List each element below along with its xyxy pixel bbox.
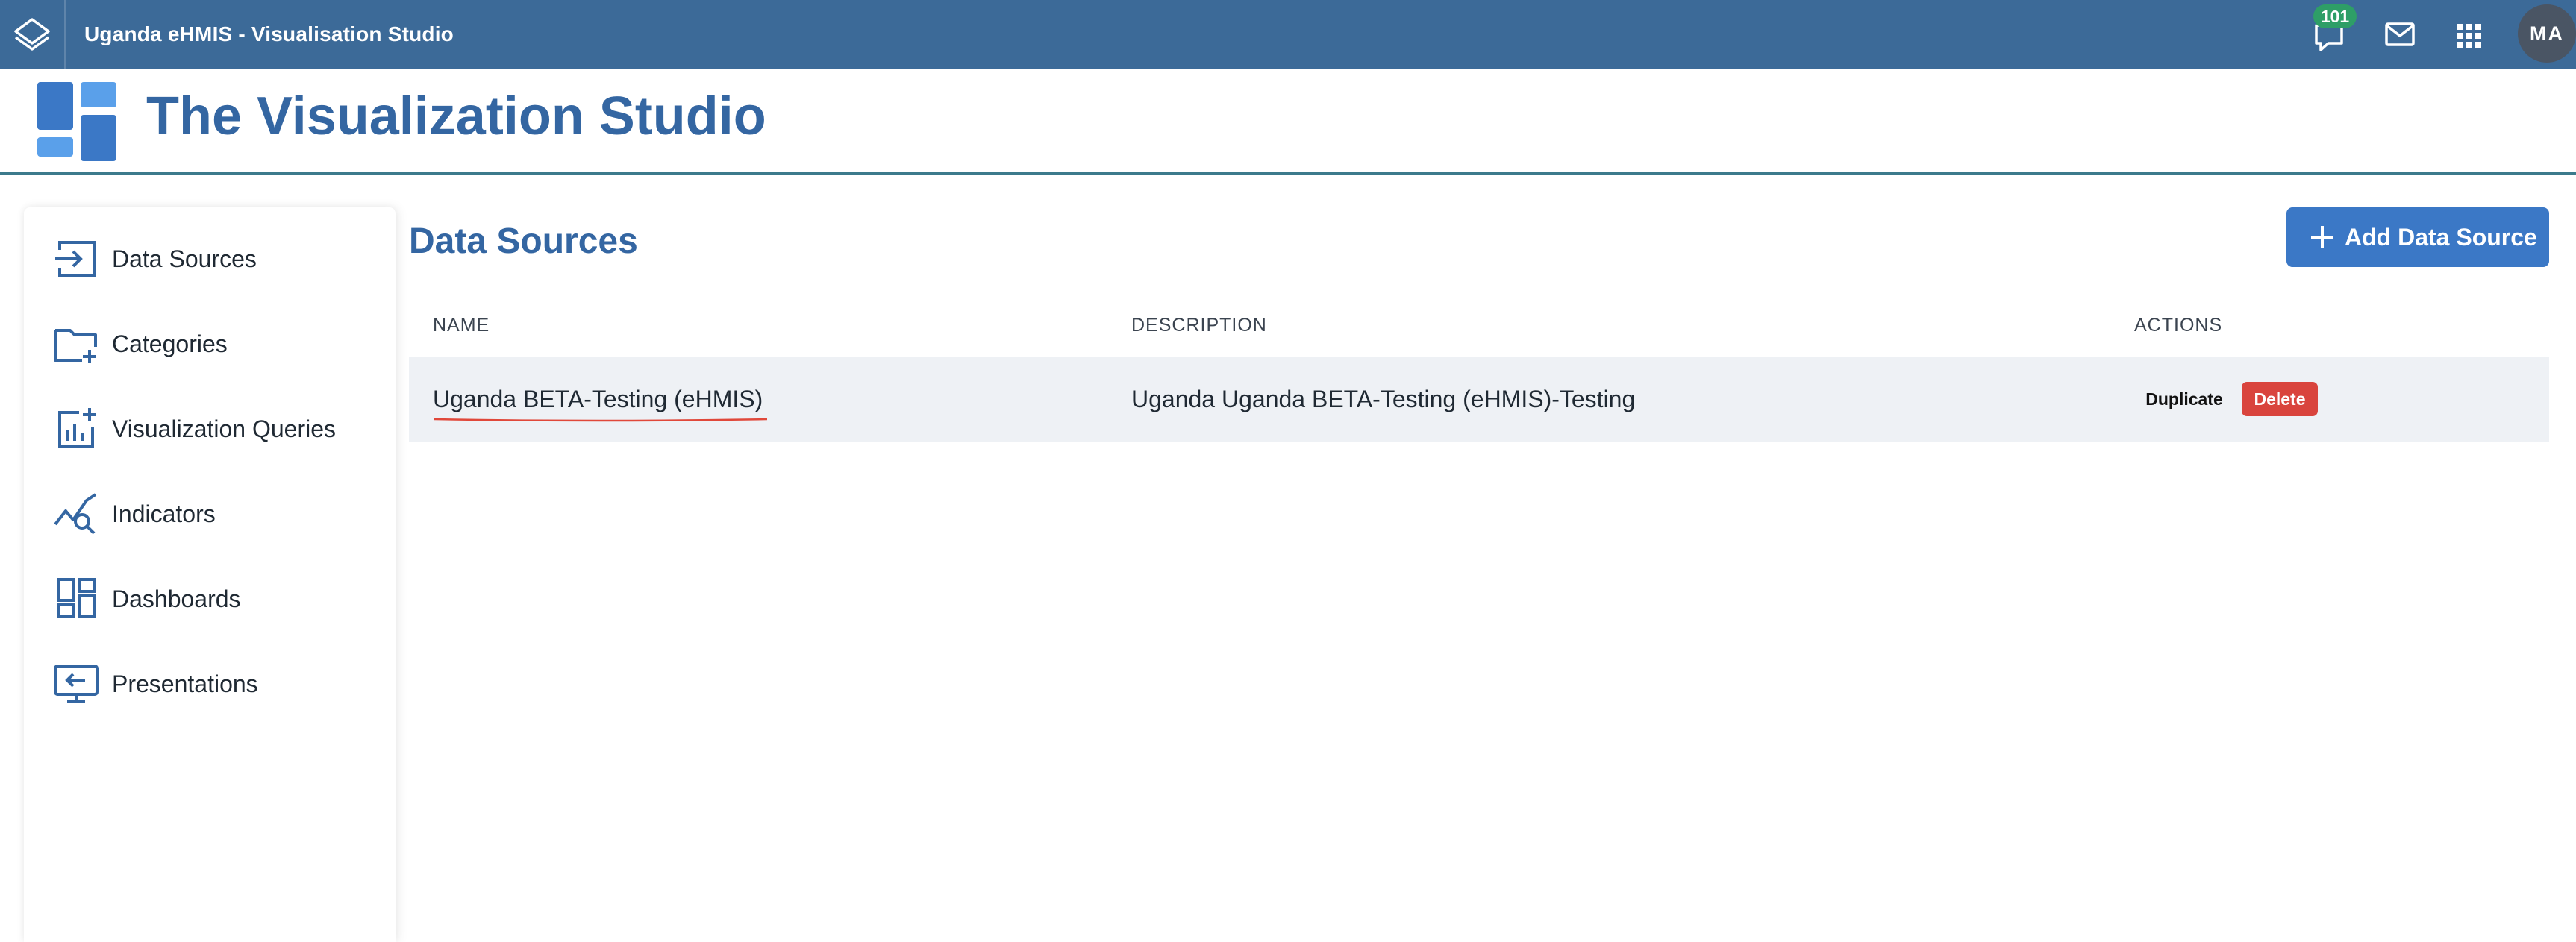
studio-header: The Visualization Studio <box>0 69 2576 175</box>
data-source-icon <box>52 235 100 283</box>
add-data-source-button[interactable]: Add Data Source <box>2286 207 2549 267</box>
sidebar-item-label: Dashboards <box>112 585 241 612</box>
dashboard-logo-icon <box>36 81 119 164</box>
page-title: The Visualization Studio <box>146 87 766 146</box>
cell-name[interactable]: Uganda BETA-Testing (eHMIS) <box>433 357 763 442</box>
column-header-name[interactable]: NAME <box>433 315 490 336</box>
presentation-icon <box>52 660 100 708</box>
cell-description: Uganda Uganda BETA-Testing (eHMIS)-Testi… <box>1131 386 1636 412</box>
chart-add-icon <box>52 405 100 453</box>
sidebar-item-visualization-queries[interactable]: Visualization Queries <box>24 395 396 462</box>
dashboard-icon <box>52 575 100 623</box>
sidebar-item-data-sources[interactable]: Data Sources <box>24 225 396 292</box>
sidebar-item-categories[interactable]: Categories <box>24 310 396 377</box>
sidebar-item-label: Indicators <box>112 500 216 527</box>
column-header-description[interactable]: DESCRIPTION <box>1131 315 1267 336</box>
sidebar-item-label: Categories <box>112 330 228 357</box>
trend-search-icon <box>52 490 100 538</box>
user-avatar[interactable]: MA <box>2518 4 2576 63</box>
spellcheck-underline <box>434 418 767 422</box>
sidebar-item-label: Data Sources <box>112 245 257 272</box>
duplicate-button[interactable]: Duplicate <box>2137 386 2231 412</box>
sidebar-item-dashboards[interactable]: Dashboards <box>24 565 396 632</box>
sidebar-item-label: Visualization Queries <box>112 415 337 442</box>
plus-icon <box>2309 224 2336 251</box>
sidebar-item-presentations[interactable]: Presentations <box>24 650 396 718</box>
notification-badge[interactable]: 101 <box>2313 4 2357 28</box>
sidebar-item-label: Presentations <box>112 670 258 697</box>
sidebar: Data Sources Categories Visualization Qu <box>24 207 396 942</box>
add-button-label: Add Data Source <box>2345 223 2537 251</box>
sidebar-item-indicators[interactable]: Indicators <box>24 480 396 547</box>
folder-add-icon <box>52 320 100 368</box>
apps-grid-icon[interactable] <box>2456 22 2483 49</box>
app-title: Uganda eHMIS - Visualisation Studio <box>84 22 454 45</box>
dhis2-logo-icon[interactable] <box>0 0 66 69</box>
mail-icon[interactable] <box>2383 21 2416 48</box>
column-header-actions: ACTIONS <box>2134 315 2223 336</box>
top-bar: Uganda eHMIS - Visualisation Studio 101 … <box>0 0 2576 69</box>
section-title: Data Sources <box>409 222 638 261</box>
delete-button[interactable]: Delete <box>2242 382 2318 416</box>
